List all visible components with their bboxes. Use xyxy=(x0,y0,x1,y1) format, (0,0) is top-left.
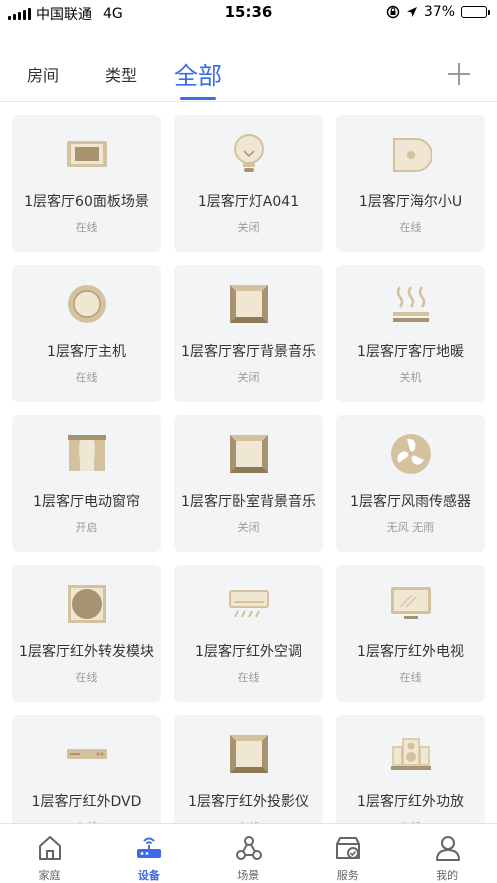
router-icon xyxy=(135,834,163,862)
device-name: 1层客厅红外电视 xyxy=(357,644,464,660)
projector-icon xyxy=(228,733,270,775)
amplifier-icon xyxy=(390,733,432,775)
device-status: 无风 无雨 xyxy=(386,521,435,534)
battery-icon xyxy=(461,6,490,18)
wind-sensor-icon xyxy=(390,433,432,475)
air-conditioner-icon xyxy=(228,583,270,625)
music-box-icon xyxy=(228,283,270,325)
device-status: 关闭 xyxy=(237,521,260,534)
category-tabs: 房间 类型 全部 xyxy=(0,50,497,102)
device-card[interactable]: 1层客厅红外功放在线 xyxy=(336,715,485,823)
speaker-icon xyxy=(390,133,433,175)
device-name: 1层客厅红外投影仪 xyxy=(188,794,309,810)
device-name: 1层客厅主机 xyxy=(47,344,126,360)
floor-heating-icon xyxy=(390,283,432,325)
device-name: 1层客厅红外转发模块 xyxy=(19,644,154,660)
device-status: 开启 xyxy=(75,521,98,534)
device-name: 1层客厅60面板场景 xyxy=(24,194,149,210)
device-name: 1层客厅风雨传感器 xyxy=(350,494,471,510)
device-status: 在线 xyxy=(399,221,422,234)
device-status: 关机 xyxy=(399,371,422,384)
active-tab-indicator xyxy=(180,97,216,100)
profile-icon xyxy=(434,834,462,862)
device-card[interactable]: 1层客厅客厅背景音乐 关闭 xyxy=(174,265,323,402)
device-card[interactable]: 1层客厅客厅地暖 关机 xyxy=(336,265,485,402)
device-status: 在线 xyxy=(75,221,98,234)
nav-item-home[interactable]: 家庭 xyxy=(0,824,99,883)
device-name: 1层客厅红外DVD xyxy=(31,794,142,810)
tv-icon xyxy=(390,583,432,625)
nav-label: 场景 xyxy=(237,869,260,882)
ir-module-icon xyxy=(66,583,108,625)
nav-label: 家庭 xyxy=(38,869,61,882)
scene-icon xyxy=(235,834,263,862)
device-card[interactable]: 1层客厅红外DVD在线 xyxy=(12,715,161,823)
nav-item-profile[interactable]: 我的 xyxy=(398,824,497,883)
device-card[interactable]: 1层客厅灯A041 关闭 xyxy=(174,115,323,252)
device-name: 1层客厅客厅背景音乐 xyxy=(181,344,316,360)
device-card[interactable]: 1层客厅60面板场景 在线 xyxy=(12,115,161,252)
device-card[interactable]: 1层客厅红外空调 在线 xyxy=(174,565,323,702)
device-card[interactable]: 1层客厅卧室背景音乐 关闭 xyxy=(174,415,323,552)
device-name: 1层客厅红外空调 xyxy=(195,644,302,660)
device-name: 1层客厅电动窗帘 xyxy=(33,494,140,510)
orientation-lock-icon xyxy=(386,5,400,19)
device-card[interactable]: 1层客厅风雨传感器 无风 无雨 xyxy=(336,415,485,552)
nav-item-service[interactable]: 服务 xyxy=(298,824,397,883)
nav-label: 服务 xyxy=(336,869,359,882)
curtain-icon xyxy=(66,433,108,475)
nav-label: 我的 xyxy=(436,869,459,882)
tab-types[interactable]: 类型 xyxy=(105,62,137,86)
bottom-nav: 家庭 设备 场景 服务 我的 xyxy=(0,823,497,883)
device-name: 1层客厅红外功放 xyxy=(357,794,464,810)
device-status: 关闭 xyxy=(237,371,260,384)
device-status: 关闭 xyxy=(237,221,260,234)
panel-icon xyxy=(66,133,108,175)
bulb-icon xyxy=(228,133,270,175)
device-name: 1层客厅客厅地暖 xyxy=(357,344,464,360)
device-status: 在线 xyxy=(75,671,98,684)
status-right: 37% xyxy=(386,4,490,20)
device-name: 1层客厅卧室背景音乐 xyxy=(181,494,316,510)
device-status: 在线 xyxy=(399,671,422,684)
dvd-icon xyxy=(66,733,108,775)
device-name: 1层客厅灯A041 xyxy=(197,194,300,210)
device-card[interactable]: 1层客厅红外电视 在线 xyxy=(336,565,485,702)
device-status: 在线 xyxy=(75,371,98,384)
add-device-button[interactable] xyxy=(448,63,470,85)
tab-rooms[interactable]: 房间 xyxy=(27,62,59,86)
battery-percent: 37% xyxy=(423,4,455,20)
device-card[interactable]: 1层客厅电动窗帘 开启 xyxy=(12,415,161,552)
device-grid: 1层客厅60面板场景 在线 1层客厅灯A041 关闭 1层客厅海尔小U 在线 1层客厅主机在… xyxy=(12,115,485,823)
device-card[interactable]: 1层客厅红外转发模块 在线 xyxy=(12,565,161,702)
location-icon xyxy=(406,7,417,17)
device-card[interactable]: 1层客厅红外投影仪在线 xyxy=(174,715,323,823)
device-card[interactable]: 1层客厅主机 在线 xyxy=(12,265,161,402)
music-box-icon xyxy=(228,433,270,475)
nav-item-scene[interactable]: 场景 xyxy=(199,824,298,883)
device-card[interactable]: 1层客厅海尔小U 在线 xyxy=(336,115,485,252)
service-icon xyxy=(334,834,362,862)
home-icon xyxy=(36,834,64,862)
host-icon xyxy=(66,283,108,325)
device-status: 在线 xyxy=(237,671,260,684)
nav-item-router[interactable]: 设备 xyxy=(99,824,198,883)
device-name: 1层客厅海尔小U xyxy=(358,194,463,210)
tab-all[interactable]: 全部 xyxy=(174,56,222,91)
nav-label: 设备 xyxy=(137,869,160,882)
status-bar: 中国联通 4G 15:36 37% xyxy=(0,0,497,26)
